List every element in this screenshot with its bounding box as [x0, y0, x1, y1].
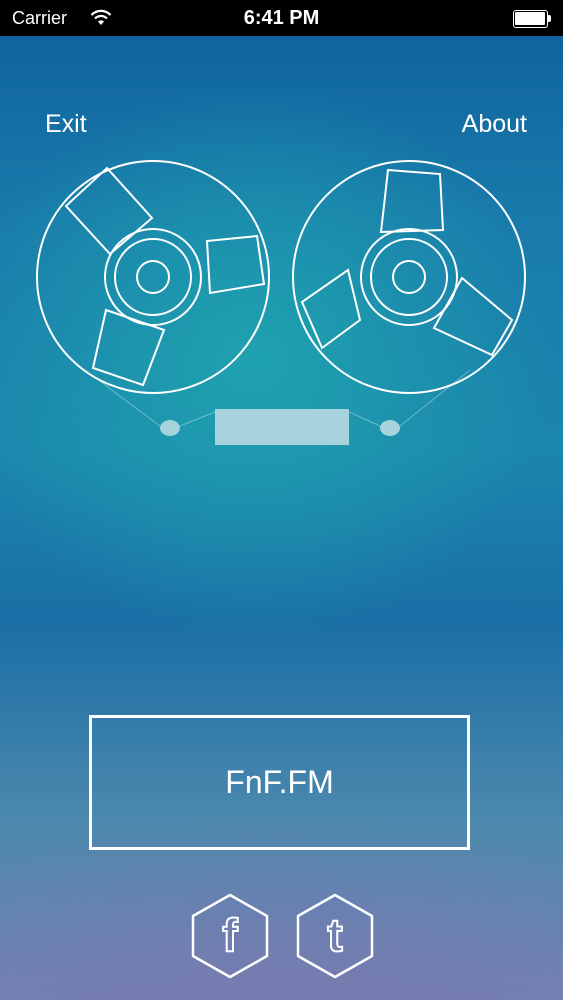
tape-deck: [36, 160, 526, 445]
right-reel-icon: [292, 160, 526, 394]
battery-icon: [513, 10, 551, 28]
exit-button[interactable]: Exit: [45, 110, 87, 139]
facebook-glyph: f: [222, 909, 238, 961]
status-time: 6:41 PM: [243, 7, 320, 29]
status-bar: Carrier 6:41 PM: [0, 0, 563, 36]
station-play-button[interactable]: FnF.FM: [89, 715, 470, 850]
station-label: FnF.FM: [225, 764, 334, 800]
tumblr-glyph: t: [327, 909, 342, 961]
tape-window: [215, 409, 349, 445]
about-button[interactable]: About: [462, 110, 527, 139]
tumblr-icon[interactable]: t: [296, 893, 374, 979]
left-reel-icon: [36, 160, 270, 394]
facebook-icon[interactable]: f: [191, 893, 269, 979]
